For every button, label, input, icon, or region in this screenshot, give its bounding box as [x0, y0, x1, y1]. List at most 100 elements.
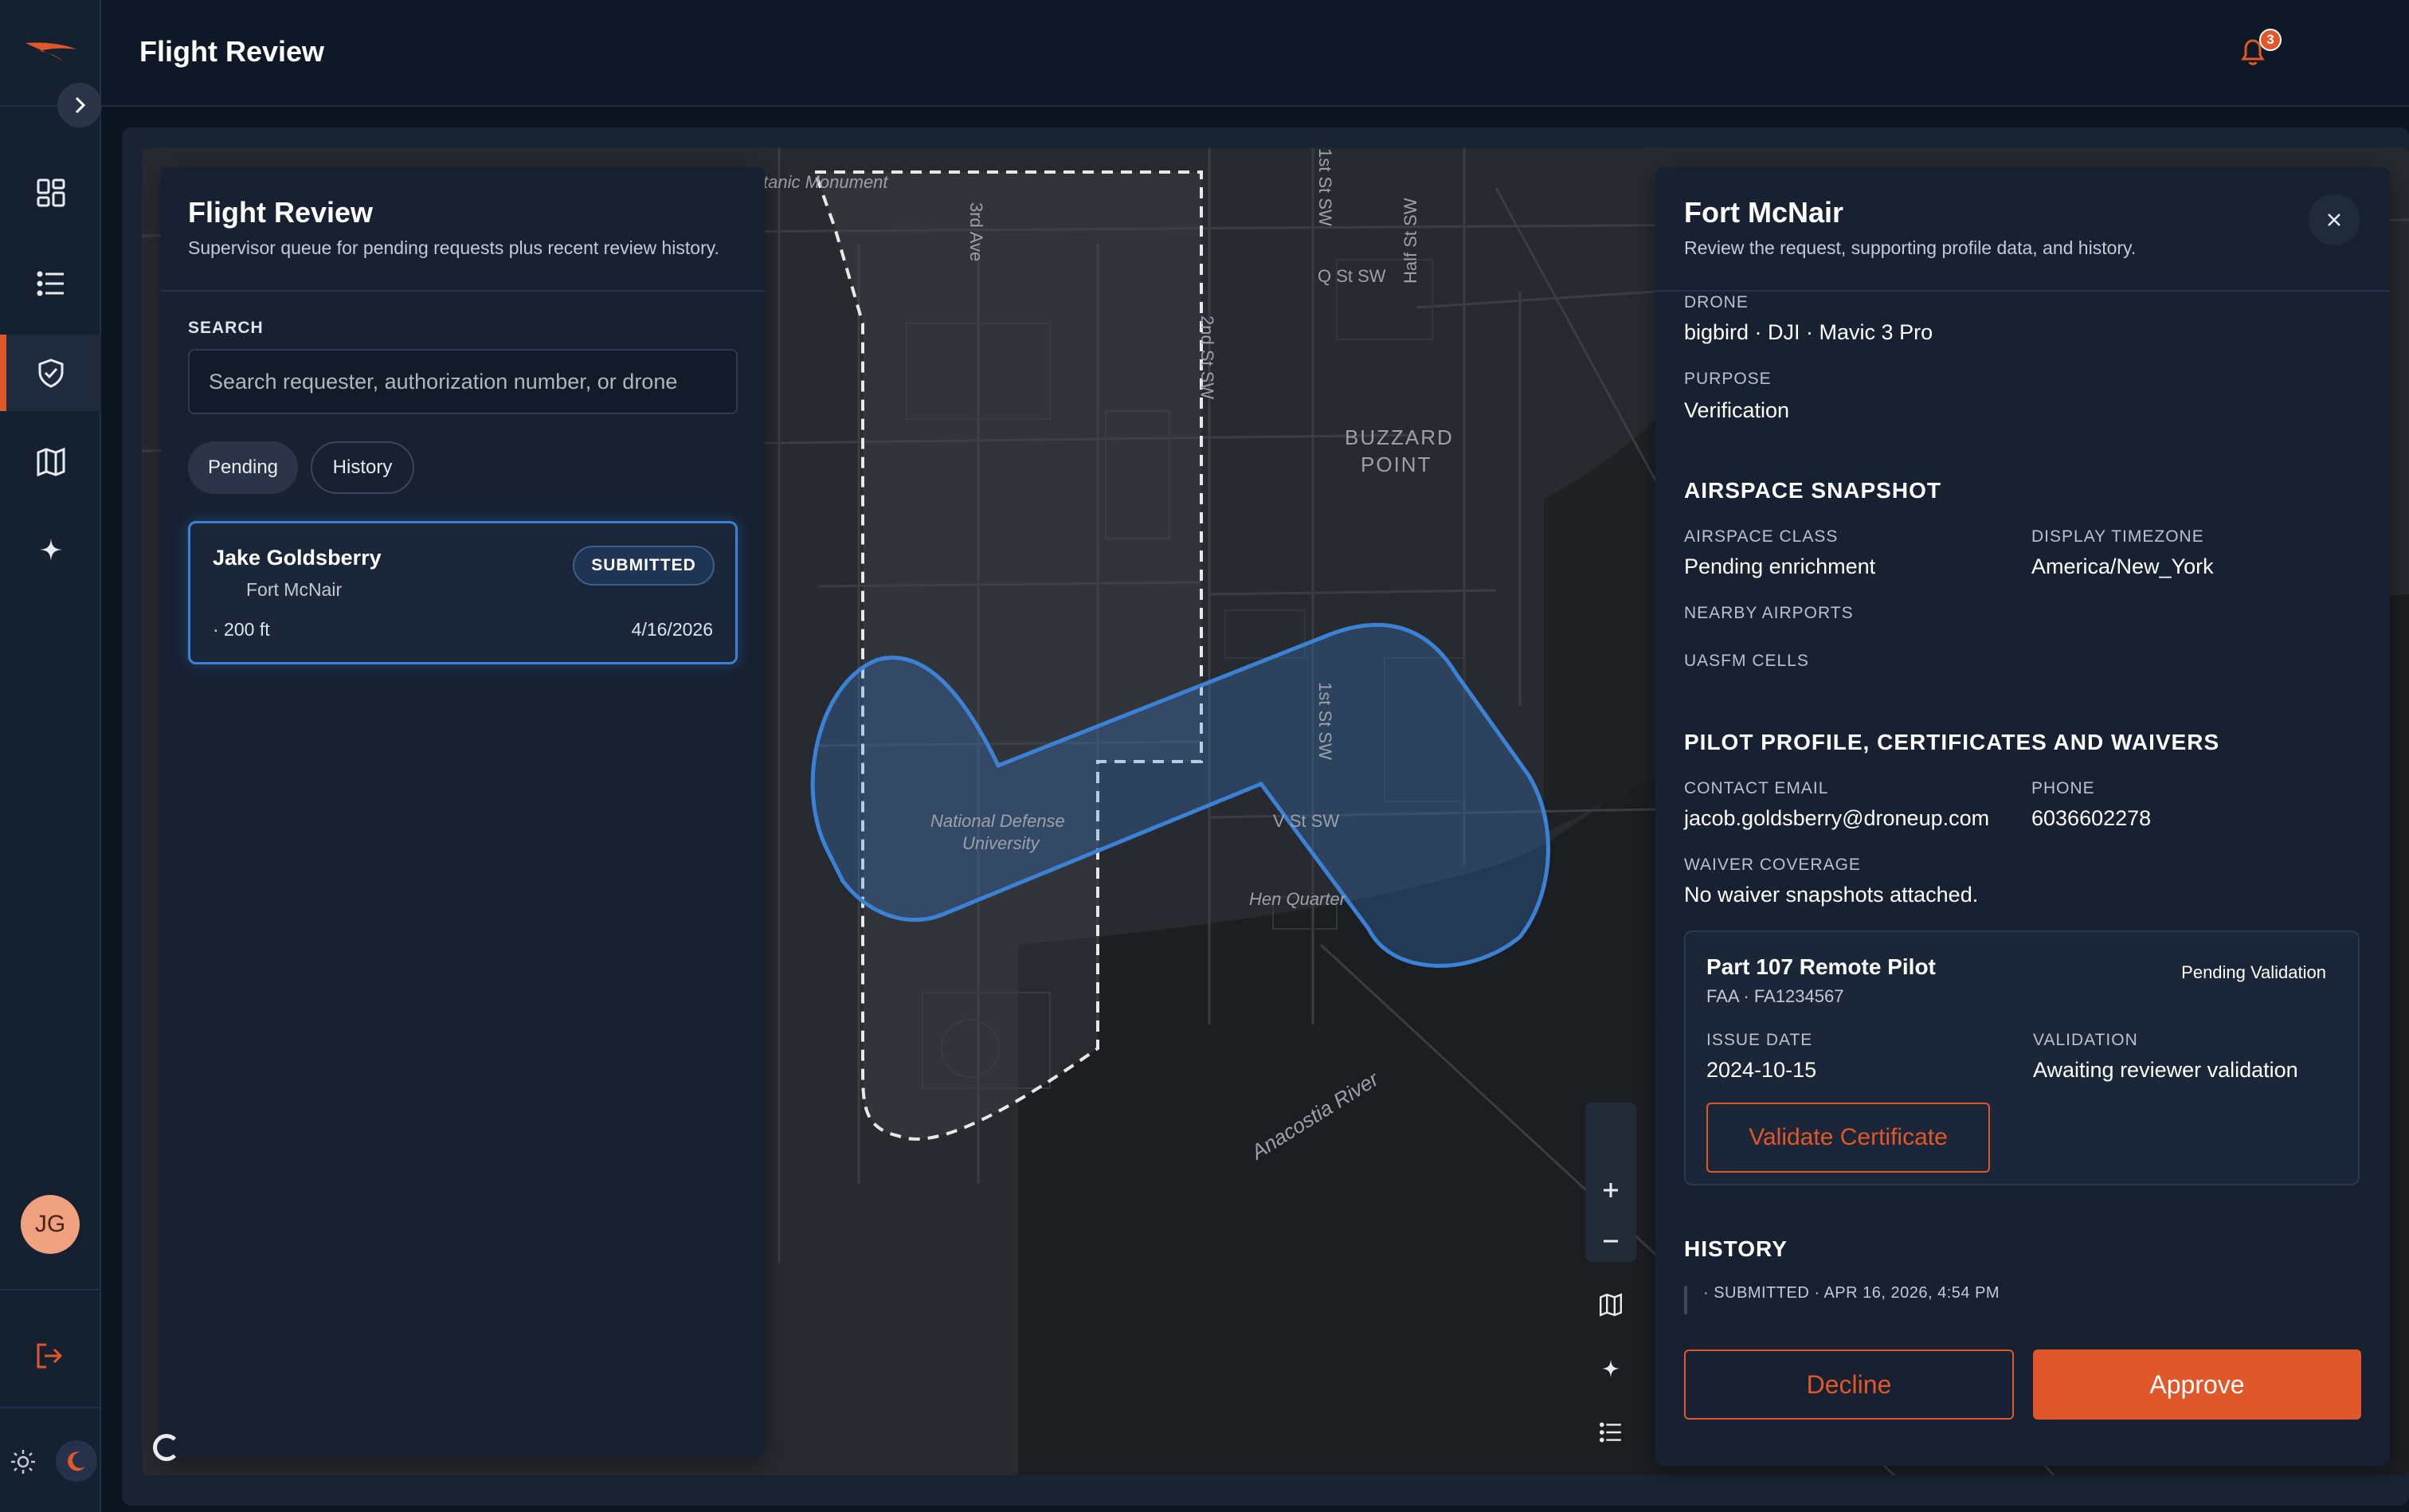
history-heading: HISTORY: [1684, 1236, 1788, 1261]
queue-subtitle: Supervisor queue for pending requests pl…: [188, 237, 719, 258]
map-label-second-st: 2nd St SW: [1197, 315, 1217, 399]
validation-value: Awaiting reviewer validation: [2033, 1058, 2298, 1082]
list-icon: [1600, 1422, 1621, 1443]
page-title: Flight Review: [139, 35, 325, 68]
contact-email-label: CONTACT EMAIL: [1684, 779, 1829, 797]
ai-assist-button[interactable]: [1590, 1348, 1631, 1389]
certificate-number: FAA · FA1234567: [1706, 986, 1844, 1006]
decline-button[interactable]: Decline: [1684, 1349, 2014, 1420]
map-label-buzzard: BUZZARD: [1345, 425, 1454, 449]
sidebar-item-dashboard[interactable]: [0, 155, 101, 231]
search-label: SEARCH: [188, 319, 264, 337]
map-label-hen-quarter: Hen Quarter: [1249, 889, 1347, 909]
certificate-title: Part 107 Remote Pilot: [1706, 954, 1936, 979]
request-altitude: · 200 ft: [213, 619, 270, 640]
map-label-half-st: Half St SW: [1400, 198, 1420, 284]
validate-certificate-button[interactable]: Validate Certificate: [1706, 1103, 1990, 1173]
sidebar: JG: [0, 0, 102, 1512]
tab-history[interactable]: History: [311, 441, 414, 494]
minus-icon: [1604, 1240, 1618, 1243]
expand-sidebar-button[interactable]: [57, 83, 102, 127]
dashboard-icon: [37, 178, 65, 207]
map-label-ndu: National Defense: [930, 811, 1065, 831]
dark-theme-button[interactable]: [56, 1440, 97, 1482]
map-label-first-st-top: 1st St SW: [1315, 148, 1335, 226]
close-detail-button[interactable]: [2309, 194, 2360, 245]
uasfm-cells-label: UASFM CELLS: [1684, 652, 1809, 670]
light-theme-button[interactable]: [10, 1448, 37, 1479]
map-icon: [1600, 1293, 1622, 1317]
validation-label: VALIDATION: [2033, 1031, 2138, 1049]
issue-date-value: 2024-10-15: [1706, 1058, 1817, 1082]
search-input[interactable]: [188, 349, 738, 414]
moon-icon: [68, 1451, 85, 1471]
logout-icon: [37, 1343, 63, 1369]
waiver-value: No waiver snapshots attached.: [1684, 883, 1979, 907]
plus-icon: [1604, 1183, 1618, 1197]
map-layers-button[interactable]: [1590, 1284, 1631, 1326]
map-list-button[interactable]: [1590, 1412, 1631, 1453]
map-icon: [37, 447, 65, 477]
user-avatar[interactable]: JG: [21, 1195, 80, 1254]
phone-value: 6036602278: [2031, 806, 2152, 830]
purpose-label: PURPOSE: [1684, 370, 1772, 388]
status-badge: SUBMITTED: [573, 546, 715, 586]
request-date: 4/16/2026: [631, 619, 713, 640]
chevron-right-icon: [75, 96, 86, 114]
timezone-value: America/New_York: [2031, 554, 2214, 578]
rail-divider: [0, 1289, 101, 1291]
map-label-third-ave: 3rd Ave: [966, 202, 986, 261]
phone-label: PHONE: [2031, 779, 2095, 797]
sun-icon: [11, 1450, 35, 1474]
waiver-label: WAIVER COVERAGE: [1684, 856, 1861, 874]
request-card[interactable]: Jake Goldsberry Fort McNair SUBMITTED · …: [188, 521, 738, 664]
certificate-card: Part 107 Remote Pilot FAA · FA1234567 Pe…: [1684, 930, 2360, 1185]
certificate-status: Pending Validation: [2181, 962, 2326, 982]
detail-actions: Decline Approve: [1655, 1335, 2390, 1466]
close-icon: [2328, 213, 2340, 226]
map-label-first-st: 1st St SW: [1315, 682, 1335, 760]
detail-title: Fort McNair: [1684, 196, 1844, 229]
airspace-heading: AIRSPACE SNAPSHOT: [1684, 478, 1941, 503]
app-logo: [25, 42, 76, 61]
map-label-monument: tanic Monument: [763, 172, 888, 192]
request-site: Fort McNair: [246, 579, 343, 600]
rail-divider: [0, 1407, 101, 1408]
map-label-university: University: [962, 833, 1041, 853]
detail-subtitle: Review the request, supporting profile d…: [1684, 237, 2137, 258]
request-detail-panel: DRONE bigbird · DJI · Mavic 3 Pro PURPOS…: [1655, 167, 2390, 1466]
queue-title: Flight Review: [188, 196, 374, 229]
sidebar-item-ai[interactable]: [0, 511, 101, 588]
notification-count-badge: 3: [2259, 29, 2282, 51]
contact-email-value: jacob.goldsberry@droneup.com: [1684, 806, 1990, 830]
divider: [161, 290, 765, 292]
drone-value: bigbird · DJI · Mavic 3 Pro: [1684, 320, 1933, 344]
top-bar: Flight Review: [101, 0, 2409, 107]
map-label-v-st: V St SW: [1273, 811, 1339, 831]
zoom-in-button[interactable]: [1590, 1169, 1631, 1211]
sparkle-icon: [1601, 1359, 1620, 1378]
pilot-heading: PILOT PROFILE, CERTIFICATES AND WAIVERS: [1684, 730, 2220, 754]
map-label-q-st: Q St SW: [1318, 266, 1386, 286]
loading-spinner-icon: [153, 1434, 180, 1461]
timezone-label: DISPLAY TIMEZONE: [2031, 527, 2204, 546]
sparkle-icon: [39, 539, 62, 561]
history-timeline-bar: [1684, 1286, 1687, 1314]
sidebar-item-flight-review[interactable]: [0, 335, 101, 411]
airspace-class-value: Pending enrichment: [1684, 554, 1876, 578]
list-icon: [37, 271, 64, 296]
logout-button[interactable]: [32, 1338, 67, 1377]
purpose-value: Verification: [1684, 398, 1790, 422]
drone-label: DRONE: [1684, 293, 1749, 311]
issue-date-label: ISSUE DATE: [1706, 1031, 1813, 1049]
approve-button[interactable]: Approve: [2033, 1349, 2361, 1420]
map-label-point: POINT: [1361, 452, 1432, 476]
tab-pending[interactable]: Pending: [188, 441, 298, 494]
sidebar-item-list[interactable]: [0, 245, 101, 322]
shield-check-icon: [38, 358, 63, 388]
history-entry: · SUBMITTED · APR 16, 2026, 4:54 PM: [1703, 1284, 2000, 1302]
sidebar-item-map[interactable]: [0, 424, 101, 500]
nearby-airports-label: NEARBY AIRPORTS: [1684, 604, 1854, 622]
zoom-out-button[interactable]: [1590, 1220, 1631, 1262]
review-queue-panel: Flight Review Supervisor queue for pendi…: [161, 167, 765, 1458]
